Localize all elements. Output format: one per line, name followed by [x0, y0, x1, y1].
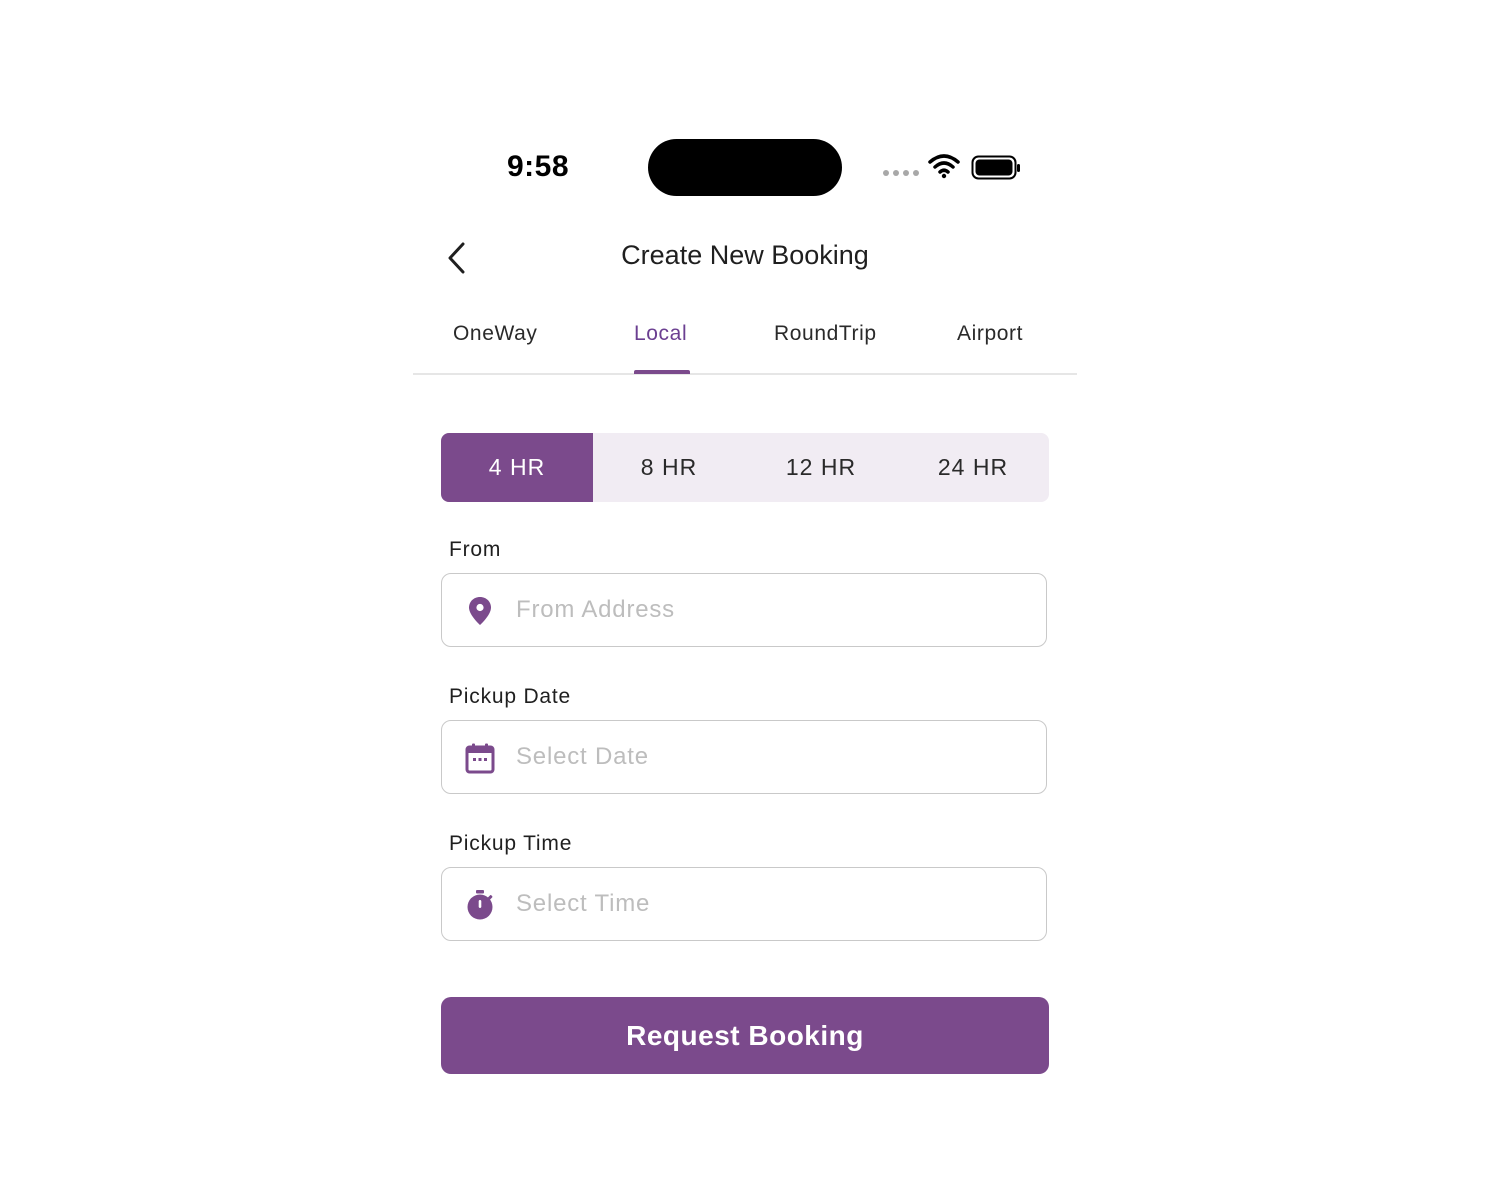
dynamic-island	[648, 139, 842, 196]
duration-24hr[interactable]: 24 HR	[897, 433, 1049, 502]
page-title: Create New Booking	[621, 240, 869, 270]
pickup-date-field[interactable]	[441, 720, 1047, 794]
stopwatch-icon	[467, 890, 493, 920]
from-address-input[interactable]	[516, 574, 1016, 646]
wifi-icon	[928, 154, 960, 179]
calendar-icon	[465, 743, 495, 774]
from-label: From	[449, 538, 502, 561]
duration-4hr[interactable]: 4 HR	[441, 433, 593, 502]
tab-local[interactable]: Local	[634, 322, 687, 346]
trip-type-tabs: OneWay Local RoundTrip Airport	[413, 310, 1077, 375]
tab-roundtrip[interactable]: RoundTrip	[774, 322, 877, 346]
pickup-time-field[interactable]	[441, 867, 1047, 941]
duration-8hr[interactable]: 8 HR	[593, 433, 745, 502]
pickup-date-label: Pickup Date	[449, 685, 572, 708]
pickup-date-input[interactable]	[516, 721, 1016, 793]
pickup-time-input[interactable]	[516, 868, 1016, 940]
duration-selector: 4 HR 8 HR 12 HR 24 HR	[441, 433, 1049, 502]
active-tab-indicator	[634, 370, 690, 374]
tab-airport[interactable]: Airport	[957, 322, 1023, 346]
location-pin-icon	[469, 597, 491, 625]
signal-icon	[883, 170, 919, 176]
tab-oneway[interactable]: OneWay	[453, 322, 538, 346]
duration-12hr[interactable]: 12 HR	[745, 433, 897, 502]
phone-screen: 9:58 Create New Booking OneWay Local Rou…	[413, 120, 1077, 1120]
battery-icon	[971, 155, 1020, 180]
status-time: 9:58	[507, 150, 570, 183]
request-booking-button[interactable]: Request Booking	[441, 997, 1049, 1074]
from-field[interactable]	[441, 573, 1047, 647]
pickup-time-label: Pickup Time	[449, 832, 573, 855]
